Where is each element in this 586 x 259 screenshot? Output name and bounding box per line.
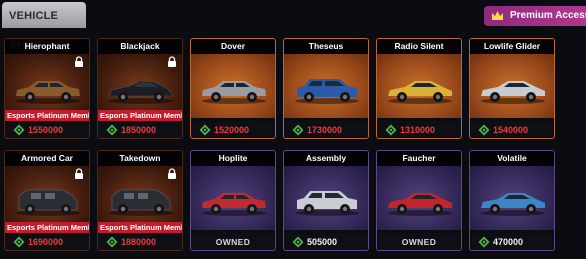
vehicle-name: Faucher bbox=[377, 151, 461, 166]
vehicle-art bbox=[377, 166, 461, 230]
vehicle-art bbox=[284, 166, 368, 230]
vehicle-name: Hoplite bbox=[191, 151, 275, 166]
vehicle-card[interactable]: Takedown Esports Platinum Membership 1880… bbox=[97, 150, 183, 251]
vehicle-art bbox=[470, 54, 554, 118]
vehicle-art bbox=[470, 166, 554, 230]
price-value: 1310000 bbox=[400, 125, 436, 135]
vehicle-image bbox=[16, 81, 80, 104]
vehicle-grid: Hierophant Esports Platinum Membership 15… bbox=[0, 38, 586, 259]
vehicle-name: Assembly bbox=[284, 151, 368, 166]
vehicle-price: 1850000 bbox=[98, 121, 182, 138]
vehicle-name: Theseus bbox=[284, 39, 368, 54]
price-value: 1550000 bbox=[28, 125, 64, 135]
price-value: 1690000 bbox=[28, 237, 64, 247]
vehicle-image bbox=[481, 193, 545, 216]
price-value: 505000 bbox=[307, 237, 338, 247]
vehicle-name: Armored Car bbox=[5, 151, 89, 166]
vehicle-price: 505000 bbox=[284, 233, 368, 250]
vehicle-price: 1730000 bbox=[284, 121, 368, 138]
vehicle-card[interactable]: Radio Silent 1310000 bbox=[376, 38, 462, 139]
vehicle-price: 1690000 bbox=[5, 233, 89, 250]
lock-icon bbox=[75, 168, 83, 179]
vehicle-image bbox=[388, 81, 452, 104]
vehicle-image bbox=[16, 189, 80, 216]
price-value: 1850000 bbox=[121, 125, 157, 135]
vehicle-card[interactable]: Volatile 470000 bbox=[469, 150, 555, 251]
vehicle-card[interactable]: Hoplite OWNED bbox=[190, 150, 276, 251]
currency-icon bbox=[292, 236, 304, 248]
vehicle-price: 470000 bbox=[470, 233, 554, 250]
price-value: 1880000 bbox=[121, 237, 157, 247]
price-value: 470000 bbox=[493, 237, 524, 247]
vehicle-name: Radio Silent bbox=[377, 39, 461, 54]
currency-icon bbox=[106, 124, 118, 136]
premium-access-label: Premium Access bbox=[510, 10, 586, 21]
lock-icon bbox=[168, 56, 176, 67]
lock-icon bbox=[75, 56, 83, 67]
vehicle-price: 1540000 bbox=[470, 121, 554, 138]
price-value: 1540000 bbox=[493, 125, 529, 135]
tab-vehicle-shop[interactable]: VEHICLE SHOP bbox=[2, 2, 86, 50]
vehicle-art bbox=[98, 166, 182, 230]
crown-icon bbox=[492, 11, 503, 20]
vehicle-price: 1880000 bbox=[98, 233, 182, 250]
vehicle-name: Lowlife Glider bbox=[470, 39, 554, 54]
currency-icon bbox=[199, 124, 211, 136]
vehicle-price: 1520000 bbox=[191, 121, 275, 138]
vehicle-art bbox=[5, 54, 89, 118]
currency-icon bbox=[13, 236, 25, 248]
membership-banner: Esports Platinum Membership bbox=[98, 222, 182, 233]
price-value: 1730000 bbox=[307, 125, 343, 135]
vehicle-name: Blackjack bbox=[98, 39, 182, 54]
membership-banner: Esports Platinum Membership bbox=[5, 110, 89, 121]
vehicle-art bbox=[98, 54, 182, 118]
currency-icon bbox=[106, 236, 118, 248]
vehicle-art bbox=[377, 54, 461, 118]
vehicle-art bbox=[284, 54, 368, 118]
currency-icon bbox=[13, 124, 25, 136]
vehicle-name: Volatile bbox=[470, 151, 554, 166]
vehicle-image bbox=[108, 80, 174, 104]
lock-icon bbox=[168, 168, 176, 179]
vehicle-image bbox=[481, 81, 545, 104]
vehicle-image bbox=[109, 189, 173, 216]
membership-banner: Esports Platinum Membership bbox=[5, 222, 89, 233]
price-value: 1520000 bbox=[214, 125, 250, 135]
currency-icon bbox=[292, 124, 304, 136]
owned-status: OWNED bbox=[191, 233, 275, 250]
vehicle-image bbox=[202, 81, 266, 104]
vehicle-art bbox=[191, 166, 275, 230]
membership-banner: Esports Platinum Membership bbox=[98, 110, 182, 121]
vehicle-card[interactable]: Armored Car Esports Platinum Membership 1… bbox=[4, 150, 90, 251]
vehicle-art bbox=[191, 54, 275, 118]
vehicle-image bbox=[388, 193, 452, 216]
vehicle-card[interactable]: Hierophant Esports Platinum Membership 15… bbox=[4, 38, 90, 139]
vehicle-name: Hierophant bbox=[5, 39, 89, 54]
vehicle-price: 1310000 bbox=[377, 121, 461, 138]
vehicle-card[interactable]: Faucher OWNED bbox=[376, 150, 462, 251]
vehicle-image bbox=[295, 79, 359, 104]
vehicle-card[interactable]: Blackjack Esports Platinum Membership 185… bbox=[97, 38, 183, 139]
vehicle-price: 1550000 bbox=[5, 121, 89, 138]
vehicle-image bbox=[295, 191, 359, 216]
currency-icon bbox=[478, 236, 490, 248]
vehicle-card[interactable]: Dover 1520000 bbox=[190, 38, 276, 139]
currency-icon bbox=[385, 124, 397, 136]
vehicle-name: Dover bbox=[191, 39, 275, 54]
top-bar: VEHICLE SHOP Premium Access bbox=[0, 0, 586, 50]
vehicle-name: Takedown bbox=[98, 151, 182, 166]
vehicle-image bbox=[202, 193, 266, 216]
vehicle-art bbox=[5, 166, 89, 230]
currency-icon bbox=[478, 124, 490, 136]
premium-access-button[interactable]: Premium Access bbox=[484, 6, 586, 26]
vehicle-card[interactable]: Assembly 505000 bbox=[283, 150, 369, 251]
vehicle-card[interactable]: Theseus 1730000 bbox=[283, 38, 369, 139]
owned-status: OWNED bbox=[377, 233, 461, 250]
vehicle-card[interactable]: Lowlife Glider 1540000 bbox=[469, 38, 555, 139]
